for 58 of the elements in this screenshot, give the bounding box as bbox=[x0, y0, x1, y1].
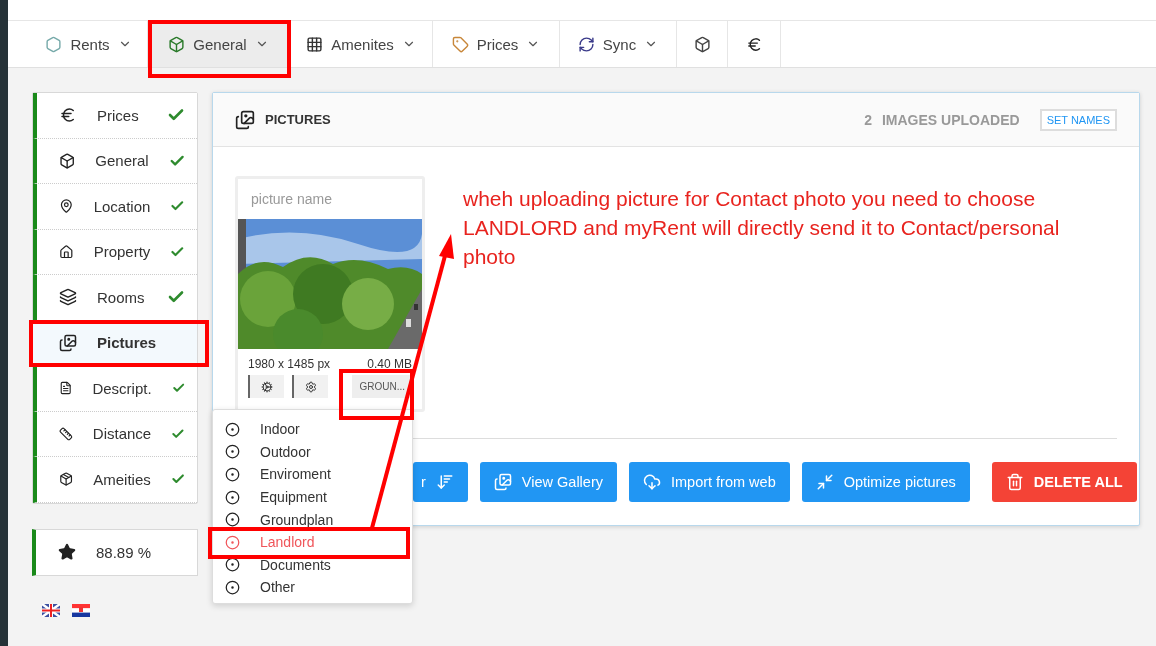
menu-option[interactable]: Other bbox=[213, 576, 412, 599]
menu-option[interactable]: Groundplan bbox=[213, 508, 412, 531]
menu-option[interactable]: Documents bbox=[213, 553, 412, 577]
delete-all-button[interactable]: DELETE ALL bbox=[991, 462, 1137, 502]
sidebar-item[interactable]: Distance bbox=[33, 411, 197, 457]
settings-button[interactable] bbox=[292, 375, 328, 398]
section-icon bbox=[59, 470, 74, 489]
tab-icon bbox=[577, 35, 595, 53]
image-dimensions: 1980 x 1485 px bbox=[248, 357, 331, 371]
tab-icon bbox=[745, 35, 763, 53]
radio-icon bbox=[225, 489, 240, 505]
shrink-icon bbox=[815, 473, 834, 491]
sidebar-item[interactable]: Ameities bbox=[33, 457, 197, 503]
radio-icon bbox=[225, 444, 240, 460]
images-uploaded-label: IMAGES UPLOADED bbox=[881, 111, 1020, 128]
section-icon bbox=[59, 151, 76, 170]
radio-icon bbox=[225, 421, 240, 437]
image-count: 2 bbox=[864, 111, 872, 128]
trash-icon bbox=[1005, 473, 1024, 491]
section-icon bbox=[59, 288, 77, 307]
score-value: 88.89 % bbox=[96, 543, 152, 561]
radio-icon bbox=[225, 467, 240, 482]
sidebar-item[interactable]: Location bbox=[33, 184, 197, 230]
section-icon bbox=[59, 197, 74, 216]
menu-option[interactable]: Enviroment bbox=[213, 463, 412, 486]
tab-icon bbox=[45, 35, 63, 53]
menu-option[interactable]: Indoor bbox=[213, 418, 412, 441]
sidebar-item[interactable]: Property bbox=[33, 229, 197, 275]
sort-icon bbox=[435, 473, 454, 491]
radio-icon bbox=[225, 534, 240, 550]
croatia-flag-icon[interactable] bbox=[72, 603, 90, 617]
cog-icon bbox=[261, 380, 273, 393]
annotation-text: wheh uploading picture for Contact photo you need to choose LANDLORD and myRent will directly send it to Contact/personal photo bbox=[463, 186, 1061, 270]
settings-icon bbox=[305, 380, 317, 393]
uk-flag-icon[interactable] bbox=[42, 603, 60, 617]
file-size: 0.40 MB bbox=[367, 357, 412, 371]
section-icon bbox=[59, 242, 74, 261]
menu-option[interactable]: Outdoor bbox=[213, 440, 412, 464]
star-icon bbox=[58, 543, 76, 561]
radio-icon bbox=[225, 557, 240, 573]
tab-icon bbox=[168, 35, 186, 53]
panel-title: PICTURES bbox=[265, 112, 332, 127]
pictures-icon bbox=[235, 109, 255, 130]
sidebar-item[interactable]: Descript. bbox=[33, 366, 197, 412]
sidebar-item[interactable]: Prices bbox=[33, 93, 197, 139]
section-icon bbox=[59, 333, 77, 352]
category-dropdown[interactable]: GROUN... bbox=[352, 375, 412, 398]
radio-icon bbox=[225, 512, 240, 528]
tab-icon bbox=[451, 35, 469, 53]
images-icon bbox=[493, 473, 512, 491]
cloud-download-icon bbox=[642, 473, 661, 491]
section-icon bbox=[59, 106, 77, 125]
radio-icon bbox=[225, 579, 240, 595]
tab-icon bbox=[306, 35, 324, 53]
sidebar-item[interactable]: General bbox=[33, 138, 197, 184]
cog-button[interactable] bbox=[248, 375, 284, 398]
tab-icon bbox=[693, 35, 711, 53]
menu-option[interactable]: Equipment bbox=[213, 485, 412, 509]
